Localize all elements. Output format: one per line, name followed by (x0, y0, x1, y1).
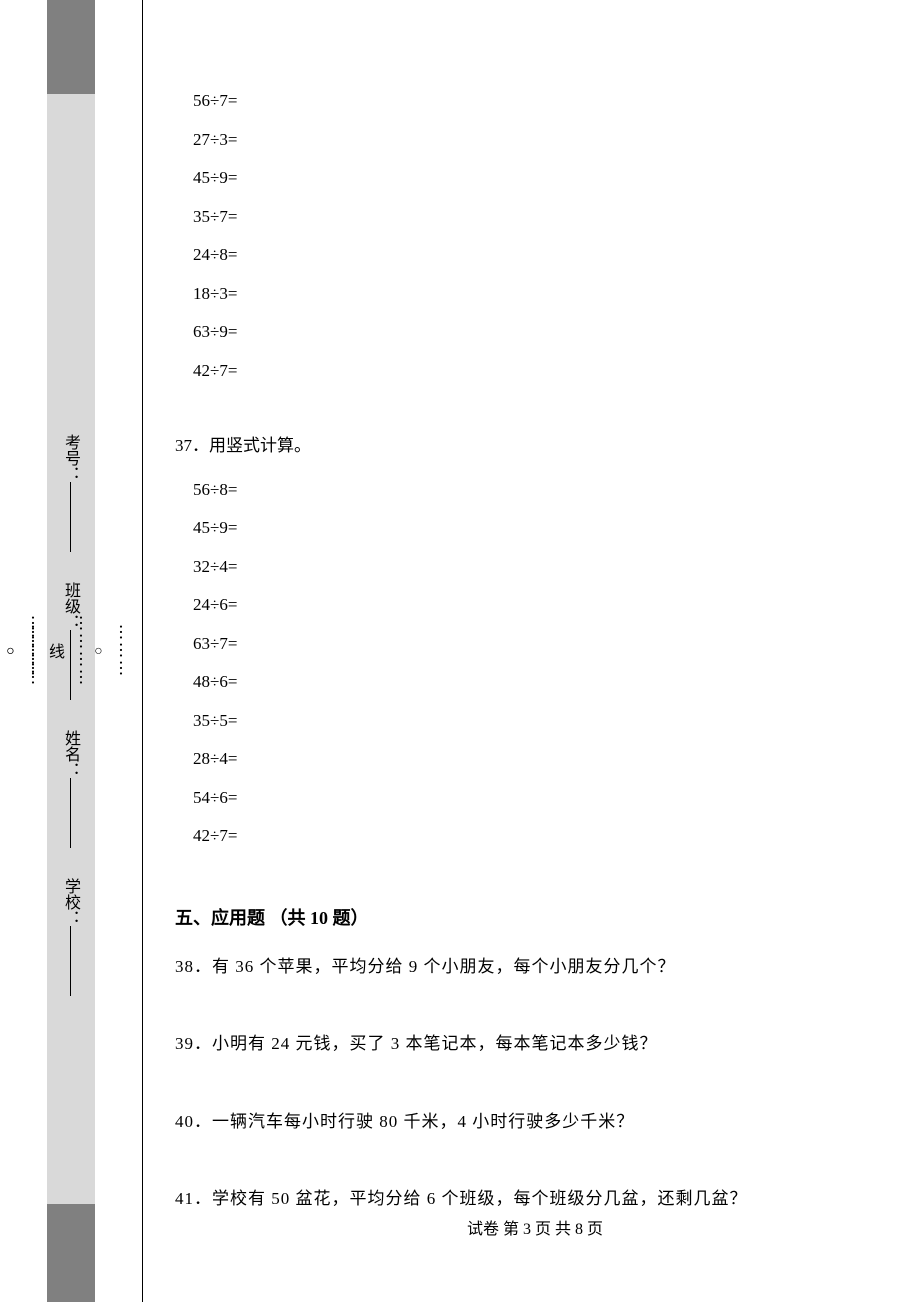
calc-item: 56÷8= (193, 477, 895, 503)
calc-item: 42÷7= (193, 823, 895, 849)
word-problem: 41．学校有 50 盆花，平均分给 6 个班级，每个班级分几盆，还剩几盆？ (175, 1186, 895, 1212)
calc-item: 35÷7= (193, 204, 895, 230)
calc-item: 48÷6= (193, 669, 895, 695)
calc-item: 63÷7= (193, 631, 895, 657)
inner-binding-column: ︙︙︙○︙︙︙︙线︙︙︙︙○︙︙︙︙订︙︙︙︙○︙︙︙︙装︙︙︙︙○︙︙︙︙内︙… (102, 0, 130, 1302)
calc-item: 28÷4= (193, 746, 895, 772)
calc-item: 35÷5= (193, 708, 895, 734)
calc-item: 27÷3= (193, 127, 895, 153)
field-examno: 考号： (62, 434, 79, 482)
calc-item: 54÷6= (193, 785, 895, 811)
page-divider-line (142, 0, 143, 1302)
word-problem: 39．小明有 24 元钱，买了 3 本笔记本，每本笔记本多少钱？ (175, 1031, 895, 1057)
q37-items: 56÷8= 45÷9= 32÷4= 24÷6= 63÷7= 48÷6= 35÷5= 28÷4=… (193, 477, 895, 849)
calc-item: 18÷3= (193, 281, 895, 307)
binding-margin: 学校： 姓名： 班级： 考号： ︙︙︙○︙︙︙︙线︙︙︙︙○︙︙︙︙订︙︙︙︙○… (0, 0, 142, 1302)
calc-item: 42÷7= (193, 358, 895, 384)
question-37-label: 37．用竖式计算。 (175, 433, 895, 459)
calc-item: 24÷6= (193, 592, 895, 618)
section-5-heading: 五、应用题 （共 10 题） (175, 905, 895, 932)
word-problem: 40．一辆汽车每小时行驶 80 千米，4 小时行驶多少千米？ (175, 1109, 895, 1135)
calc-item: 56÷7= (193, 88, 895, 114)
calc-list-continuation: 56÷7= 27÷3= 45÷9= 35÷7= 24÷8= 18÷3= 63÷9= 42÷7= (193, 88, 895, 383)
calc-item: 45÷9= (193, 515, 895, 541)
field-school: 学校： (62, 878, 79, 926)
calc-item: 32÷4= (193, 554, 895, 580)
calc-item: 24÷8= (193, 242, 895, 268)
field-name: 姓名： (62, 730, 79, 778)
page-content: 56÷7= 27÷3= 45÷9= 35÷7= 24÷8= 18÷3= 63÷9= 42÷7=… (175, 0, 895, 1302)
word-problem: 38．有 36 个苹果，平均分给 9 个小朋友，每个小朋友分几个？ (175, 954, 895, 980)
calc-item: 45÷9= (193, 165, 895, 191)
page-footer: 试卷 第 3 页 共 8 页 (175, 1218, 895, 1242)
question-37: 37．用竖式计算。 56÷8= 45÷9= 32÷4= 24÷6= 63÷7= 48÷6=… (175, 433, 895, 849)
word-problems: 38．有 36 个苹果，平均分给 9 个小朋友，每个小朋友分几个？ 39．小明有 … (175, 954, 895, 1212)
calc-item: 63÷9= (193, 319, 895, 345)
